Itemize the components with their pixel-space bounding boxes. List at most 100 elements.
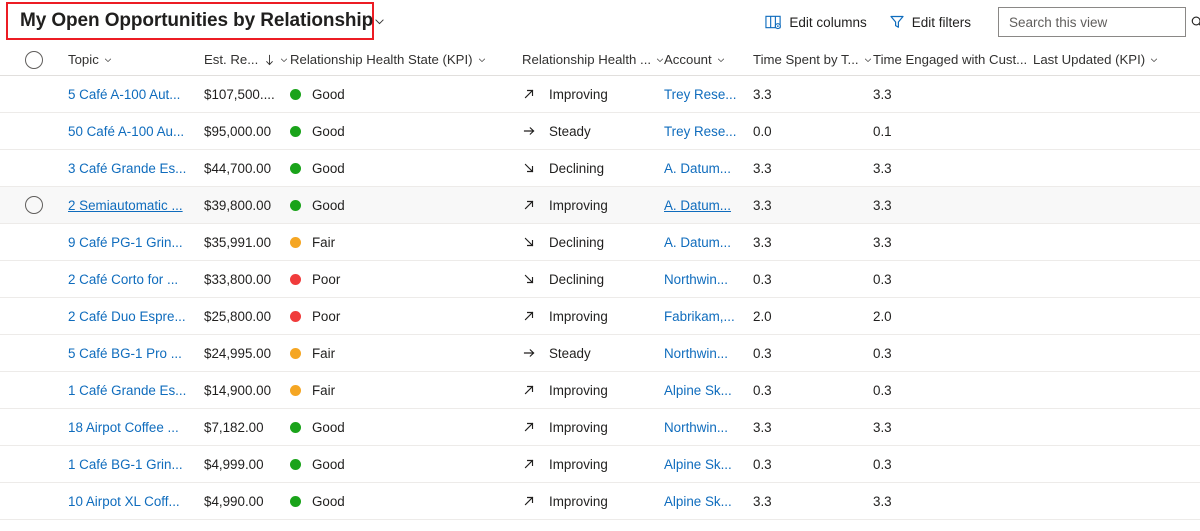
health-state-label: Good	[312, 124, 345, 139]
topic-link[interactable]: 5 Café BG-1 Pro ...	[68, 346, 182, 361]
topic-link[interactable]: 3 Café Grande Es...	[68, 161, 186, 176]
status-dot-icon	[290, 89, 301, 100]
row-select-circle-icon[interactable]	[25, 196, 43, 214]
account-link[interactable]: Northwin...	[664, 272, 728, 287]
cell-time-spent: 3.3	[753, 224, 873, 261]
search-input[interactable]	[1009, 15, 1186, 30]
sort-descending-arrow-icon	[264, 54, 275, 66]
select-all-circle-icon[interactable]	[25, 51, 43, 69]
column-header-label: Account	[664, 52, 712, 67]
column-header-time-spent[interactable]: Time Spent by T...	[753, 44, 873, 76]
select-all-cell[interactable]	[0, 51, 68, 69]
est-revenue-value: $24,995.00	[204, 346, 271, 361]
health-trend-label: Steady	[549, 346, 591, 361]
column-header-account[interactable]: Account	[664, 44, 753, 76]
time-spent-value: 3.3	[753, 87, 772, 102]
cell-last-updated	[1033, 372, 1200, 409]
table-row[interactable]: 5 Café BG-1 Pro ... $24,995.00 Fair Steady N…	[0, 335, 1200, 372]
account-link[interactable]: Alpine Sk...	[664, 457, 732, 472]
cell-relationship-health-trend: Improving	[522, 76, 664, 113]
arrow-up-right-icon	[522, 87, 536, 101]
account-link[interactable]: Northwin...	[664, 420, 728, 435]
cell-last-updated	[1033, 446, 1200, 483]
cell-account: Northwin...	[664, 335, 753, 372]
health-trend-label: Improving	[549, 457, 608, 472]
health-state-label: Fair	[312, 346, 335, 361]
row-select-cell[interactable]	[0, 196, 68, 214]
cell-time-engaged: 3.3	[873, 76, 1033, 113]
column-header-relationship-health-state[interactable]: Relationship Health State (KPI)	[290, 44, 522, 76]
account-link[interactable]: Alpine Sk...	[664, 383, 732, 398]
topic-link[interactable]: 10 Airpot XL Coff...	[68, 494, 180, 509]
cell-relationship-health-trend: Declining	[522, 150, 664, 187]
account-link[interactable]: Trey Rese...	[664, 124, 736, 139]
column-header-topic[interactable]: Topic	[68, 44, 204, 76]
table-row[interactable]: 9 Café PG-1 Grin...$35,991.00FairDeclini…	[0, 224, 1200, 261]
table-row[interactable]: 2 Semiautomatic ...$39,800.00GoodImprovi…	[0, 187, 1200, 224]
table-row[interactable]: 50 Café A-100 Au... $95,000.00 Good Steady T…	[0, 113, 1200, 150]
account-link[interactable]: A. Datum...	[664, 235, 731, 250]
table-row[interactable]: 18 Airpot Coffee ...$7,182.00GoodImprovi…	[0, 409, 1200, 446]
topic-link[interactable]: 2 Café Corto for ...	[68, 272, 178, 287]
edit-columns-button[interactable]: Edit columns	[754, 6, 877, 38]
cell-time-engaged: 3.3	[873, 224, 1033, 261]
cell-relationship-health-trend: Improving	[522, 298, 664, 335]
cell-relationship-health-state: Fair	[290, 372, 522, 409]
chevron-down-icon[interactable]	[1149, 55, 1159, 65]
table-row[interactable]: 2 Café Duo Espre...$25,800.00PoorImprovi…	[0, 298, 1200, 335]
account-link[interactable]: Trey Rese...	[664, 87, 736, 102]
account-link[interactable]: A. Datum...	[664, 161, 731, 176]
topic-link[interactable]: 50 Café A-100 Au...	[68, 124, 184, 139]
account-link[interactable]: Northwin...	[664, 346, 728, 361]
topic-link[interactable]: 2 Café Duo Espre...	[68, 309, 186, 324]
table-row[interactable]: 1 Café Grande Es...$14,900.00FairImprovi…	[0, 372, 1200, 409]
edit-filters-button[interactable]: Edit filters	[878, 6, 982, 38]
account-link[interactable]: A. Datum...	[664, 198, 731, 213]
column-header-time-engaged[interactable]: Time Engaged with Cust...	[873, 44, 1033, 76]
topic-link[interactable]: 5 Café A-100 Aut...	[68, 87, 180, 102]
column-header-est-revenue[interactable]: Est. Re...	[204, 44, 290, 76]
cell-account: Northwin...	[664, 409, 753, 446]
cell-topic: 9 Café PG-1 Grin...	[68, 224, 204, 261]
search-icon[interactable]	[1190, 15, 1200, 30]
arrow-down-right-icon	[522, 235, 536, 249]
account-link[interactable]: Fabrikam,...	[664, 309, 735, 324]
cell-topic: 3 Café Grande Es...	[68, 150, 204, 187]
chevron-down-icon[interactable]	[103, 55, 113, 65]
topic-link[interactable]: 9 Café PG-1 Grin...	[68, 235, 183, 250]
est-revenue-value: $33,800.00	[204, 272, 271, 287]
est-revenue-value: $4,990.00	[204, 494, 264, 509]
table-row[interactable]: 3 Café Grande Es...$44,700.00GoodDeclini…	[0, 150, 1200, 187]
topic-link[interactable]: 18 Airpot Coffee ...	[68, 420, 179, 435]
edit-columns-label: Edit columns	[789, 15, 866, 30]
table-row[interactable]: 2 Café Corto for ...$33,800.00PoorDeclin…	[0, 261, 1200, 298]
chevron-down-icon[interactable]	[655, 55, 664, 65]
time-engaged-value: 2.0	[873, 309, 892, 324]
table-row[interactable]: 1 Café BG-1 Grin...$4,999.00GoodImprovin…	[0, 446, 1200, 483]
time-spent-value: 3.3	[753, 198, 772, 213]
chevron-down-icon[interactable]	[716, 55, 726, 65]
topic-link[interactable]: 1 Café BG-1 Grin...	[68, 457, 183, 472]
health-trend-label: Steady	[549, 124, 591, 139]
chevron-down-icon[interactable]	[279, 55, 289, 65]
chevron-down-icon[interactable]	[373, 15, 386, 28]
view-selector[interactable]: My Open Opportunities by Relationship	[6, 2, 374, 40]
topic-link[interactable]: 2 Semiautomatic ...	[68, 198, 183, 213]
search-box[interactable]	[998, 7, 1186, 37]
table-row[interactable]: 10 Airpot XL Coff...$4,990.00GoodImprovi…	[0, 483, 1200, 520]
column-header-last-updated[interactable]: Last Updated (KPI)	[1033, 44, 1200, 76]
column-header-relationship-health-trend[interactable]: Relationship Health ...	[522, 44, 664, 76]
arrow-up-right-icon	[522, 494, 536, 508]
cell-time-spent: 3.3	[753, 187, 873, 224]
account-link[interactable]: Alpine Sk...	[664, 494, 732, 509]
chevron-down-icon[interactable]	[863, 55, 873, 65]
time-engaged-value: 3.3	[873, 198, 892, 213]
edit-columns-icon	[765, 14, 782, 30]
table-row[interactable]: 5 Café A-100 Aut...$107,500....GoodImpro…	[0, 76, 1200, 113]
status-dot-icon	[290, 163, 301, 174]
topic-link[interactable]: 1 Café Grande Es...	[68, 383, 186, 398]
cell-est-revenue: $95,000.00	[204, 113, 290, 150]
chevron-down-icon[interactable]	[477, 55, 487, 65]
time-engaged-value: 3.3	[873, 420, 892, 435]
cell-est-revenue: $14,900.00	[204, 372, 290, 409]
